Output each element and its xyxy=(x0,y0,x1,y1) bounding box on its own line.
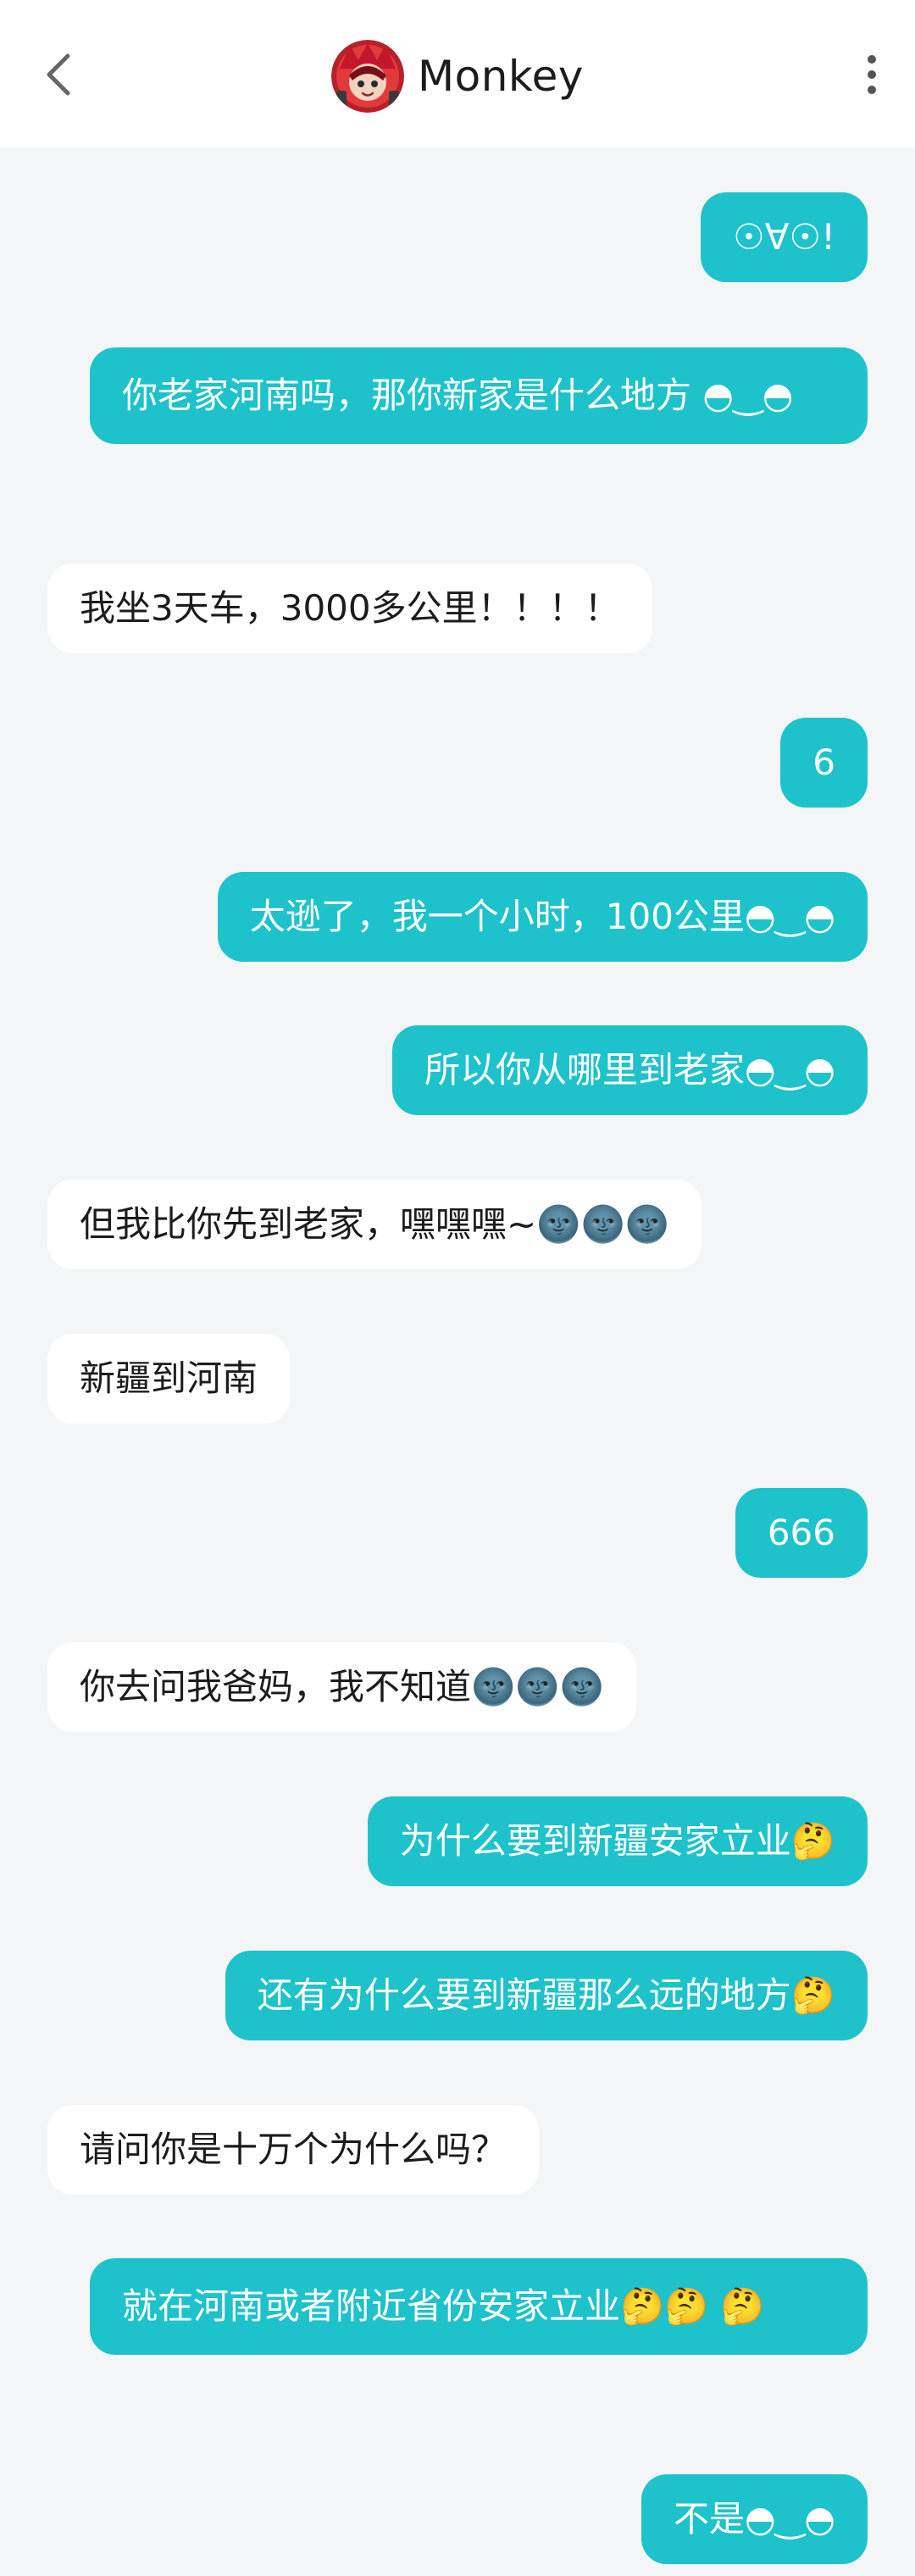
message-bubble[interactable]: 6 xyxy=(780,718,868,808)
message-bubble[interactable]: 请问你是十万个为什么吗？ xyxy=(47,2105,540,2195)
message-bubble[interactable]: 新疆到河南 xyxy=(47,1334,291,1424)
message-list[interactable]: ☉∀☉! 你老家河南吗，那你新家是什么地方 ◓‿◓ 我坐3天车，3000多公里！… xyxy=(0,147,915,2576)
vertical-dots-icon xyxy=(868,55,876,94)
chat-header: Monkey xyxy=(0,0,915,147)
message-bubble[interactable]: 所以你从哪里到老家◓‿◓ xyxy=(391,1025,868,1115)
contact-name: Monkey xyxy=(418,52,584,101)
message-bubble[interactable]: 太逊了，我一个小时，100公里◓‿◓ xyxy=(217,872,868,962)
monkey-avatar[interactable] xyxy=(331,40,405,113)
message-bubble[interactable]: 为什么要到新疆安家立业🤔 xyxy=(367,1796,868,1886)
message-bubble[interactable]: 不是◓‿◓ xyxy=(640,2474,868,2564)
more-options-button[interactable] xyxy=(851,49,893,100)
message-bubble[interactable]: 就在河南或者附近省份安家立业🤔🤔 🤔 xyxy=(90,2258,868,2355)
message-bubble[interactable]: ☉∀☉! xyxy=(701,192,868,282)
message-bubble[interactable]: 666 xyxy=(735,1488,868,1578)
message-bubble[interactable]: 你老家河南吗，那你新家是什么地方 ◓‿◓ xyxy=(90,347,868,444)
contact-title-group[interactable]: Monkey xyxy=(0,37,915,115)
message-bubble[interactable]: 还有为什么要到新疆那么远的地方🤔 xyxy=(225,1951,868,2040)
message-bubble[interactable]: 我坐3天车，3000多公里！！！！ xyxy=(47,564,652,653)
message-bubble[interactable]: 你去问我爸妈，我不知道🌚🌚🌚 xyxy=(47,1642,636,1732)
message-bubble[interactable]: 但我比你先到老家，嘿嘿嘿~🌚🌚🌚 xyxy=(47,1180,702,1269)
